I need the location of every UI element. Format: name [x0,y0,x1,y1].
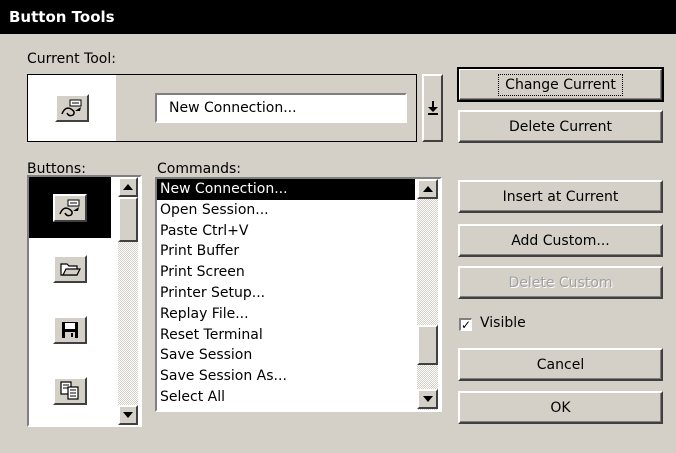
delete-current-button[interactable]: Delete Current [458,110,663,143]
current-tool-value: New Connection... [169,100,297,116]
delete-custom-button: Delete Custom [458,266,663,299]
change-current-button[interactable]: Change Current [457,67,664,102]
command-item[interactable]: Select All [157,387,415,408]
button-tools-dialog: Button Tools Current Tool: New Connectio… [0,0,676,453]
buttons-scroll-thumb[interactable] [118,197,138,242]
commands-items: New Connection... Open Session... Paste Ct… [157,179,415,408]
command-item[interactable]: New Connection... [157,179,415,200]
button-item-save[interactable] [29,299,111,360]
insert-at-current-button[interactable]: Insert at Current [458,180,663,213]
command-item[interactable]: Replay File... [157,304,415,325]
current-tool-icon-well [28,75,116,141]
button-item-open[interactable] [29,238,111,299]
command-item[interactable]: Save Session As... [157,366,415,387]
copy-icon [53,376,87,405]
command-item[interactable]: Open Session... [157,200,415,221]
scroll-up-icon[interactable] [417,179,438,199]
command-item[interactable]: Paste Ctrl+V [157,221,415,242]
open-folder-icon [53,254,87,283]
change-current-label: Change Current [498,73,623,96]
commands-scroll-thumb[interactable] [417,325,438,365]
scroll-down-icon[interactable] [118,405,138,425]
scroll-down-icon[interactable] [417,389,438,409]
connection-icon [53,193,87,222]
current-tool-label: Current Tool: [27,51,116,67]
current-tool-field[interactable]: New Connection... [155,93,407,123]
down-arrow-icon[interactable] [422,74,443,142]
window-title: Button Tools [0,0,676,34]
current-tool-group: New Connection... [27,74,417,142]
command-item[interactable]: Print Screen [157,262,415,283]
cancel-button[interactable]: Cancel [458,348,663,381]
command-item[interactable]: Print Buffer [157,241,415,262]
button-item-copy[interactable] [29,360,111,421]
command-item[interactable]: Printer Setup... [157,283,415,304]
scroll-up-icon[interactable] [118,177,138,197]
visible-checkbox[interactable]: ✓ [459,318,472,331]
visible-label[interactable]: Visible [480,315,526,331]
add-custom-button[interactable]: Add Custom... [458,224,663,257]
save-disk-icon [53,315,87,344]
button-item-connection[interactable] [29,177,111,238]
commands-scrollbar[interactable] [417,179,438,410]
command-item[interactable]: Save Session [157,345,415,366]
connection-icon[interactable] [55,94,89,122]
ok-button[interactable]: OK [458,391,663,424]
buttons-list [27,175,142,427]
commands-label: Commands: [157,161,241,177]
commands-list: New Connection... Open Session... Paste Ct… [155,177,442,412]
command-item[interactable]: Reset Terminal [157,325,415,346]
